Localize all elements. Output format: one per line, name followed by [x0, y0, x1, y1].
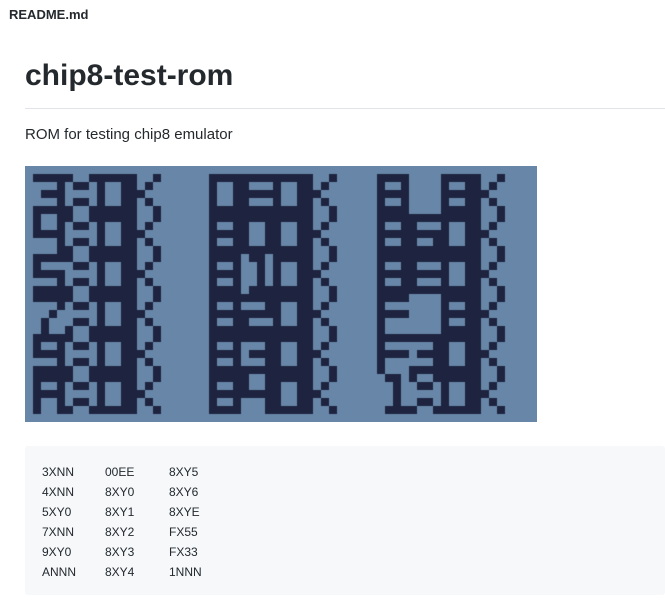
- code-block: 3XNN 00EE 8XY5 4XNN 8XY0 8XY6 5XY0 8XY1 8XYE 7XNN…: [25, 446, 665, 595]
- opcode-cell: 8XY5: [169, 465, 199, 479]
- description: ROM for testing chip8 emulator: [25, 126, 233, 143]
- opcode-cell: 8XY0: [105, 485, 135, 499]
- code-row: 3XNN 00EE 8XY5: [42, 462, 233, 482]
- opcode-cell: 8XY1: [105, 505, 135, 519]
- opcode-cell: FX33: [169, 545, 198, 559]
- code-row: 4XNN 8XY0 8XY6: [42, 482, 233, 502]
- page-title: chip8-test-rom: [25, 59, 234, 92]
- opcode-cell: 8XY3: [105, 545, 135, 559]
- opcode-cell: 00EE: [105, 465, 135, 479]
- opcode-cell: 9XY0: [42, 545, 72, 559]
- file-header: README.md: [9, 7, 89, 22]
- opcode-table: 3XNN 00EE 8XY5 4XNN 8XY0 8XY6 5XY0 8XY1 8XYE 7XNN…: [42, 462, 233, 582]
- opcode-cell: 3XNN: [42, 465, 75, 479]
- opcode-cell: 8XY2: [105, 525, 135, 539]
- opcode-cell: FX55: [169, 525, 198, 539]
- opcode-cell: 7XNN: [42, 525, 75, 539]
- chip8-display: [25, 166, 537, 422]
- opcode-cell: 4XNN: [42, 485, 75, 499]
- title-divider: [25, 108, 665, 109]
- opcode-cell: 5XY0: [42, 505, 72, 519]
- opcode-cell: 8XY6: [169, 485, 199, 499]
- opcode-cell: ANNN: [42, 565, 77, 579]
- rom-screenshot: [25, 166, 537, 422]
- code-row: 9XY0 8XY3 FX33: [42, 542, 233, 562]
- code-row: 7XNN 8XY2 FX55: [42, 522, 233, 542]
- code-row: ANNN 8XY4 1NNN: [42, 562, 233, 582]
- opcode-cell: 1NNN: [169, 565, 202, 579]
- code-row: 5XY0 8XY1 8XYE: [42, 502, 233, 522]
- opcode-cell: 8XY4: [105, 565, 135, 579]
- opcode-cell: 8XYE: [169, 505, 200, 519]
